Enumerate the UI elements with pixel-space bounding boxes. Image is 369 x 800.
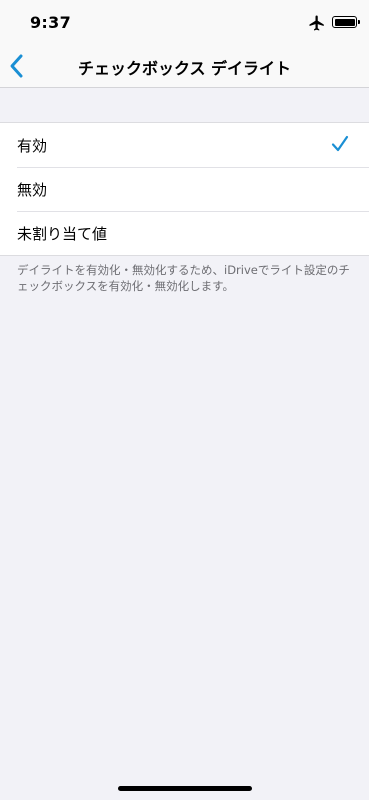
status-time: 9:37 (30, 13, 71, 32)
airplane-mode-icon (309, 15, 324, 31)
home-indicator[interactable] (118, 786, 252, 791)
option-label: 無効 (17, 180, 48, 199)
option-label: 未割り当て値 (17, 224, 108, 243)
option-label: 有効 (17, 136, 48, 155)
battery-icon (332, 16, 360, 28)
option-disabled[interactable]: 無効 (0, 167, 369, 211)
option-list: 有効 無効 未割り当て値 (0, 122, 369, 256)
option-unassigned[interactable]: 未割り当て値 (0, 211, 369, 255)
footer-note: デイライトを有効化・無効化するため、iDriveでライト設定のチェックボックスを… (17, 263, 350, 293)
option-enabled[interactable]: 有効 (0, 123, 369, 167)
checkmark-icon (331, 135, 349, 152)
top-bar: 9:37 チェックボックス デイライト (0, 0, 369, 88)
screen: 9:37 チェックボックス デイライト 有効 無効 未割り当て値 デイライトを有… (0, 0, 369, 800)
page-title: チェックボックス デイライト (77, 59, 292, 78)
